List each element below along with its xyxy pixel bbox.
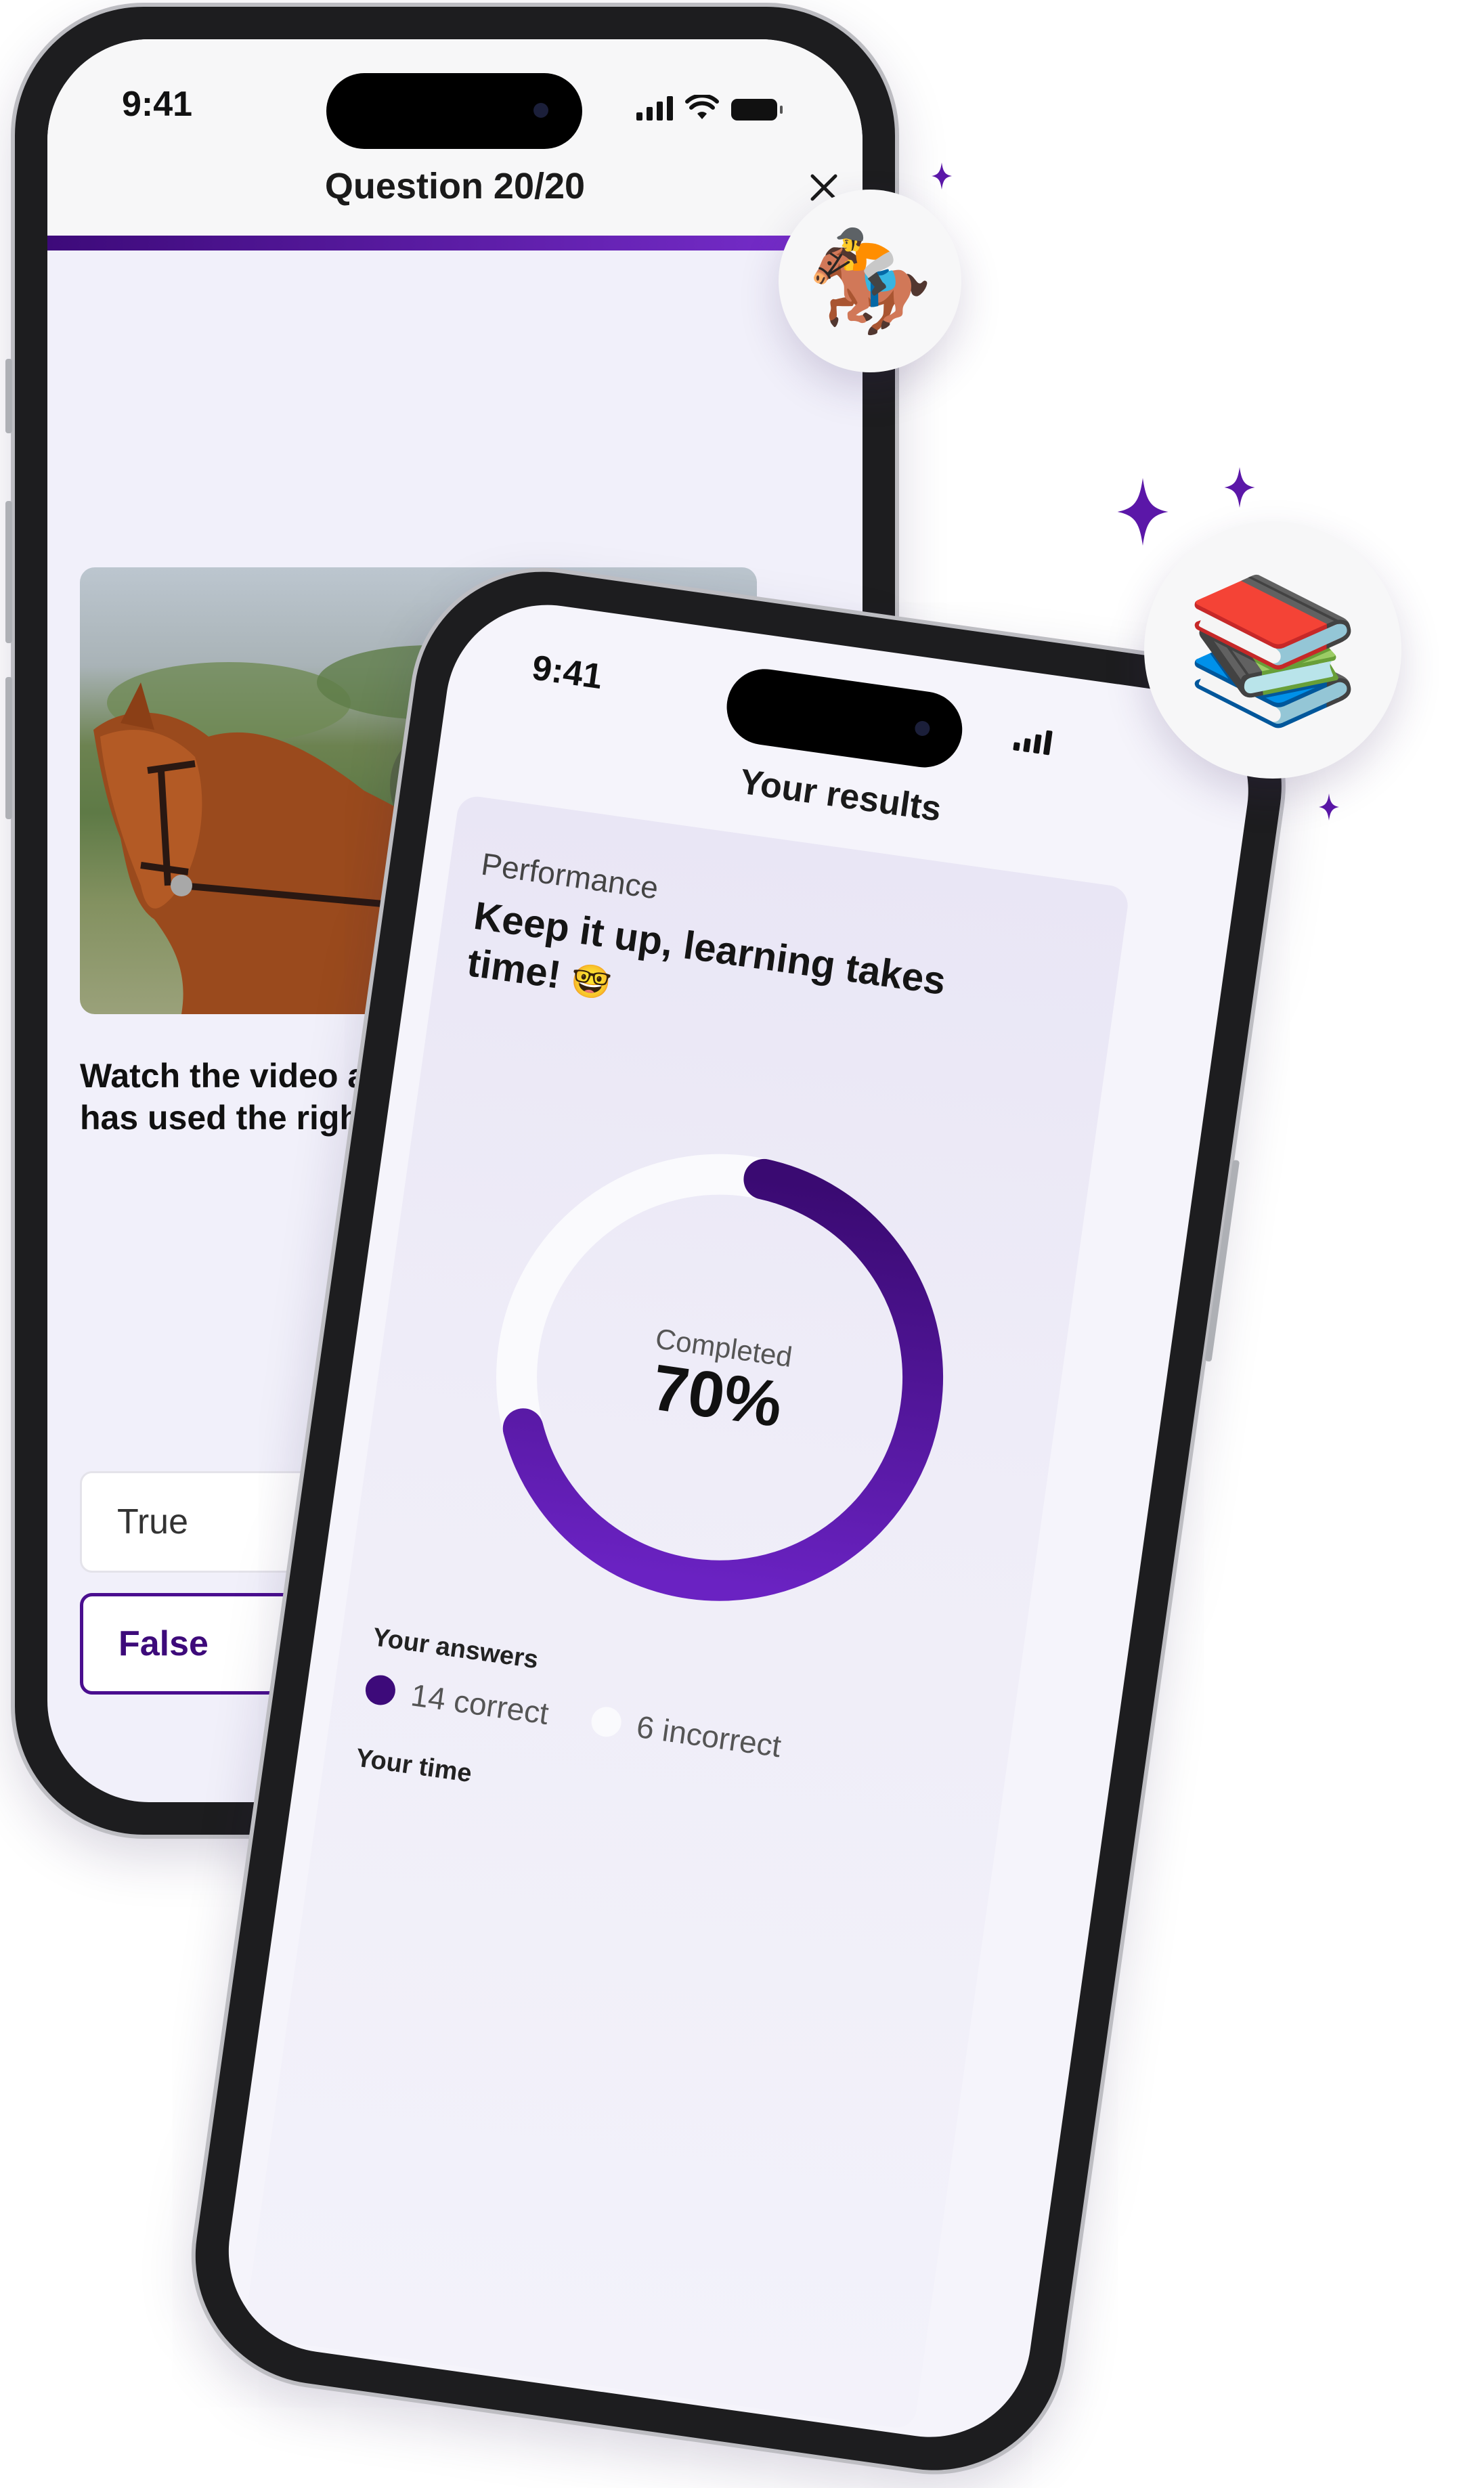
sparkle-icon	[1319, 793, 1339, 821]
books-badge: 📚	[1144, 521, 1401, 779]
correct-dot-icon	[364, 1673, 397, 1707]
books-icon: 📚	[1184, 570, 1361, 729]
sparkle-icon	[1224, 467, 1255, 508]
answer-option-label: False	[118, 1624, 209, 1663]
status-time: 9:41	[529, 648, 605, 697]
sparkle-icon	[1117, 478, 1169, 546]
signal-icon	[1013, 726, 1053, 756]
phone-side-button	[5, 501, 12, 643]
dynamic-island	[326, 73, 582, 149]
answers-legend: 14 correct 6 incorrect	[363, 1670, 783, 1765]
status-icons	[1013, 726, 1053, 756]
quiz-progress-fill	[47, 236, 863, 250]
phone-side-button	[1204, 1160, 1240, 1362]
camera-icon	[533, 103, 548, 118]
phone-side-button	[5, 359, 12, 433]
camera-icon	[913, 720, 931, 737]
answers-label: Your answers	[370, 1623, 540, 1675]
correct-count: 14 correct	[408, 1677, 551, 1732]
completion-donut-chart: Completed 70%	[496, 1154, 944, 1601]
status-icons	[636, 95, 783, 121]
horse-racing-icon: 🏇	[806, 224, 934, 338]
incorrect-count: 6 incorrect	[634, 1708, 784, 1764]
quiz-title: Question 20/20	[324, 166, 586, 206]
performance-message: Keep it up, learning takes time! 🤓	[464, 892, 1081, 1074]
signal-icon	[636, 96, 673, 121]
nerd-face-icon: 🤓	[568, 961, 614, 1003]
quiz-progress-track	[47, 236, 863, 250]
wifi-icon	[685, 95, 719, 119]
performance-card: Performance Keep it up, learning takes t…	[243, 793, 1131, 2430]
battery-icon	[731, 99, 783, 121]
incorrect-dot-icon	[589, 1705, 624, 1739]
status-time: 9:41	[122, 85, 193, 124]
horse-badge: 🏇	[779, 190, 961, 372]
phone-side-button	[5, 677, 12, 819]
sparkle-icon	[932, 162, 952, 190]
answer-option-label: True	[117, 1502, 188, 1542]
time-label: Your time	[353, 1743, 474, 1789]
dynamic-island	[722, 664, 967, 772]
